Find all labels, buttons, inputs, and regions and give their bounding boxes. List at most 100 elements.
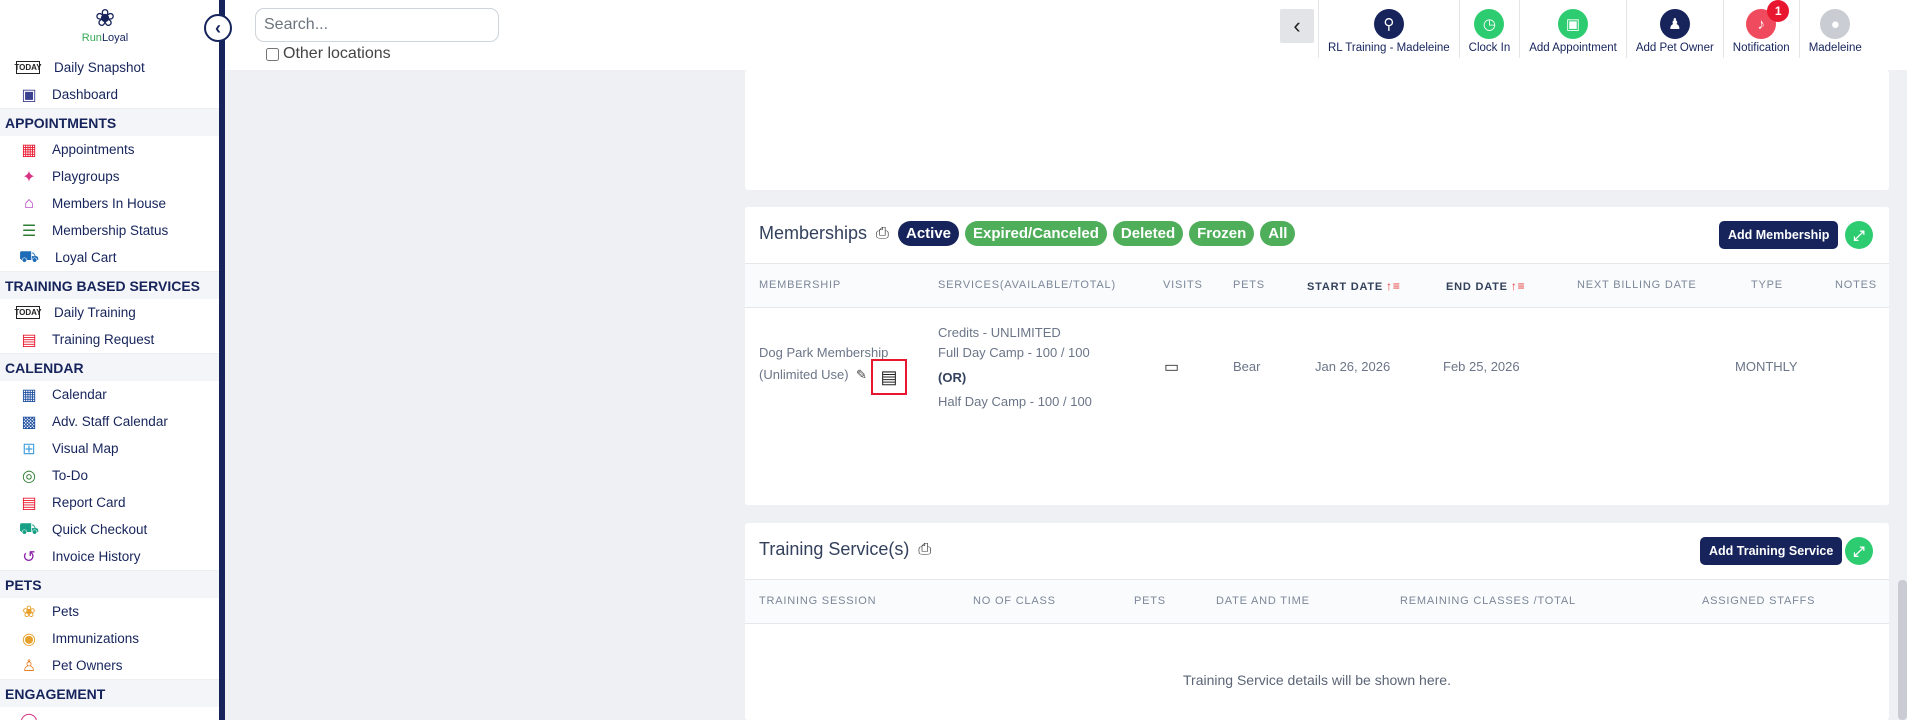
clock-in-label: Clock In — [1468, 42, 1511, 54]
service-half-day-camp: Half Day Camp - 100 / 100 — [938, 394, 1092, 409]
other-locations-checkbox-label[interactable]: Other locations — [266, 45, 391, 63]
print-icon[interactable]: ⎙ — [918, 541, 931, 559]
sidebar-item-label: Daily Snapshot — [54, 60, 145, 75]
notification-button[interactable]: ♪ 1 Notification — [1722, 0, 1799, 58]
clock-in-button[interactable]: ◷ Clock In — [1458, 0, 1520, 58]
sidebar-item-loyal-cart[interactable]: ⛟ Loyal Cart — [0, 244, 219, 271]
sidebar-item-label: To-Do — [52, 468, 89, 483]
sidebar-item-label: Calendar — [52, 387, 107, 402]
page-scrollbar[interactable] — [1898, 580, 1907, 720]
membership-pet: Bear — [1233, 359, 1261, 374]
sidebar-item-adv-staff-calendar[interactable]: ▩ Adv. Staff Calendar — [0, 408, 219, 435]
paw-icon: ❀ — [22, 603, 36, 621]
sidebar-item-daily-training[interactable]: TODAY Daily Training — [0, 299, 219, 326]
print-icon[interactable]: ⎙ — [876, 225, 889, 243]
training-title-text: Training Service(s) — [759, 539, 910, 559]
section-pets: PETS — [0, 570, 219, 598]
col-end-date[interactable]: END DATE ↑≡ — [1446, 279, 1525, 293]
report-card-icon: ▤ — [21, 494, 37, 512]
section-engagement: ENGAGEMENT — [0, 679, 219, 707]
sidebar-item-calendar[interactable]: ▦ Calendar — [0, 381, 219, 408]
sidebar-item-label: Appointments — [52, 142, 135, 157]
user-name-label: Madeleine — [1808, 42, 1862, 54]
col-training-session: TRAINING SESSION — [759, 595, 877, 607]
sidebar-item-dashboard[interactable]: ▣ Dashboard — [0, 81, 219, 108]
col-assigned-staffs: ASSIGNED STAFFS — [1702, 595, 1816, 607]
search-input[interactable] — [255, 8, 499, 42]
sidebar-item-playgroups[interactable]: ✦ Playgroups — [0, 163, 219, 190]
add-membership-button[interactable]: Add Membership — [1719, 221, 1839, 249]
sidebar-item-label: Members In House — [52, 196, 167, 211]
sidebar-item-label: Immunizations — [52, 631, 140, 646]
col-services: SERVICES(AVAILABLE/TOTAL) — [938, 279, 1116, 291]
edit-icon[interactable]: ✎ — [856, 367, 867, 383]
membership-status-icon: ☰ — [21, 222, 37, 240]
section-calendar: CALENDAR — [0, 353, 219, 381]
playgroups-icon: ✦ — [22, 168, 36, 186]
daily-training-icon: TODAY — [14, 306, 42, 319]
sidebar-item-label: Report Card — [52, 495, 126, 510]
sidebar-item-report-card[interactable]: ▤ Report Card — [0, 489, 219, 516]
col-date-and-time: DATE AND TIME — [1216, 595, 1310, 607]
filter-deleted[interactable]: Deleted — [1112, 221, 1184, 246]
sidebar-edge — [219, 0, 225, 720]
other-locations-checkbox[interactable] — [266, 47, 279, 61]
add-appointment-button[interactable]: ▣ Add Appointment — [1519, 0, 1626, 58]
filter-all[interactable]: All — [1260, 221, 1296, 246]
add-pet-owner-button[interactable]: ♟ Add Pet Owner — [1625, 0, 1723, 58]
location-selector[interactable]: ⚲ RL Training - Madeleine — [1318, 0, 1459, 58]
add-training-service-button[interactable]: Add Training Service — [1700, 537, 1843, 565]
col-notes: NOTES — [1835, 279, 1877, 291]
sidebar: ❀ RunLoyal TODAY Daily Snapshot ▣ Dashbo… — [0, 0, 219, 720]
sidebar-item-label: Adv. Staff Calendar — [52, 414, 168, 429]
sidebar-item-quick-checkout[interactable]: ⛟ Quick Checkout — [0, 516, 219, 543]
pet-owner-icon: ♙ — [21, 657, 37, 675]
today-icon: TODAY — [14, 61, 42, 74]
filter-expired-canceled[interactable]: Expired/Canceled — [965, 221, 1107, 246]
runloyal-logo[interactable]: ❀ RunLoyal — [70, 6, 140, 45]
expand-icon[interactable]: ⤢ — [1845, 221, 1873, 249]
back-button[interactable]: ‹ — [1280, 9, 1314, 43]
sidebar-nav: TODAY Daily Snapshot ▣ Dashboard APPOINT… — [0, 54, 219, 720]
collapse-sidebar-button[interactable]: ‹ — [204, 14, 232, 42]
col-start-date[interactable]: START DATE ↑≡ — [1307, 279, 1401, 293]
add-user-icon: ♟ — [1659, 9, 1690, 39]
col-end-date-label: END DATE — [1446, 281, 1508, 293]
membership-type: MONTHLY — [1735, 359, 1798, 374]
col-pets: PETS — [1134, 595, 1166, 607]
sidebar-item-pet-owners[interactable]: ♙ Pet Owners — [0, 652, 219, 679]
staff-calendar-icon: ▩ — [21, 413, 37, 431]
col-remaining-classes: REMAINING CLASSES /TOTAL — [1400, 595, 1576, 607]
membership-document-button[interactable]: ▤ — [871, 359, 907, 395]
sidebar-item-membership-status[interactable]: ☰ Membership Status — [0, 217, 219, 244]
membership-name: Dog Park Membership — [759, 345, 889, 360]
filter-frozen[interactable]: Frozen — [1189, 221, 1255, 246]
memberships-card: Memberships ⎙ Active Expired/Canceled De… — [745, 207, 1889, 505]
calendar-icon: ▦ — [21, 386, 37, 404]
sidebar-item-members-in-house[interactable]: ⌂ Members In House — [0, 190, 219, 217]
sort-icon: ↑≡ — [1386, 279, 1401, 293]
sidebar-item-immunizations[interactable]: ◉ Immunizations — [0, 625, 219, 652]
add-appointment-icon: ▣ — [1558, 9, 1589, 39]
sidebar-item-appointments[interactable]: ▦ Appointments — [0, 136, 219, 163]
expand-icon[interactable]: ⤢ — [1845, 537, 1873, 565]
memberships-title-text: Memberships — [759, 223, 868, 243]
top-actions: ⚲ RL Training - Madeleine ◷ Clock In ▣ A… — [1318, 0, 1871, 58]
sidebar-item-label: Training Request — [52, 332, 155, 347]
sidebar-item-label: Membership Status — [52, 223, 169, 238]
sidebar-item-to-do[interactable]: ◎ To-Do — [0, 462, 219, 489]
sidebar-item-invoice-history[interactable]: ↺ Invoice History — [0, 543, 219, 570]
sidebar-item-visual-map[interactable]: ⊞ Visual Map — [0, 435, 219, 462]
sidebar-item-pets[interactable]: ❀ Pets — [0, 598, 219, 625]
sidebar-item-daily-snapshot[interactable]: TODAY Daily Snapshot — [0, 54, 219, 81]
service-full-day-camp: Full Day Camp - 100 / 100 — [938, 345, 1090, 360]
sidebar-item-partial[interactable]: ◯ — [0, 707, 219, 720]
sidebar-item-training-request[interactable]: ▤ Training Request — [0, 326, 219, 353]
sidebar-item-label: Visual Map — [52, 441, 119, 456]
engagement-icon: ◯ — [16, 711, 42, 720]
filter-active[interactable]: Active — [898, 221, 960, 246]
col-type: TYPE — [1751, 279, 1783, 291]
visits-card-icon[interactable]: ▭ — [1164, 357, 1179, 377]
members-in-house-icon: ⌂ — [24, 194, 34, 212]
user-menu[interactable]: ● Madeleine — [1798, 0, 1871, 58]
